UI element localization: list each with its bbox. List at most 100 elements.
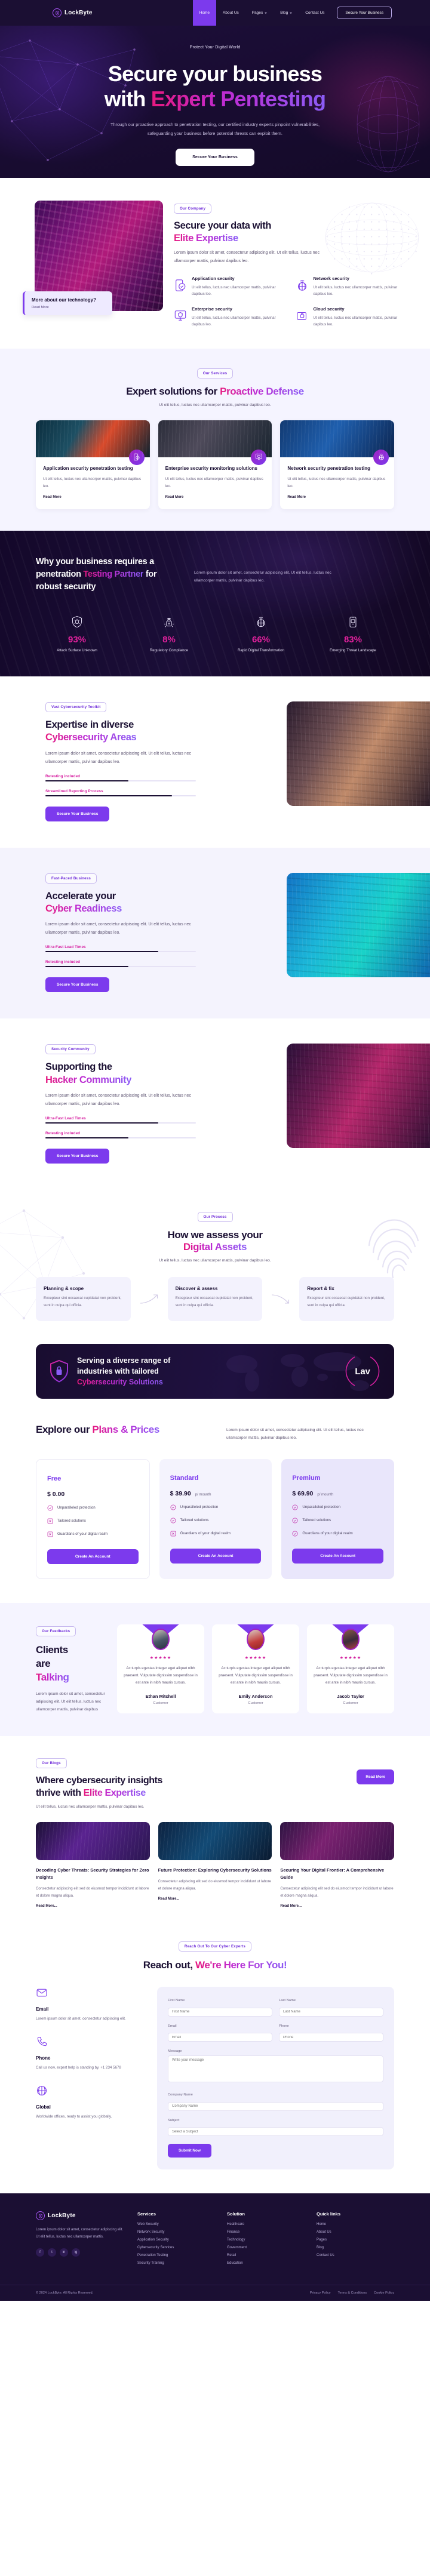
nav-item-pages[interactable]: Pages [245,0,274,26]
feature-text: Ut elit tellus, luctus nec ullamcorper m… [192,315,276,327]
footer-link[interactable]: Retail [227,2254,305,2257]
process-step-title: Discover & assess [175,1286,218,1292]
nav-item-about[interactable]: About Us [216,0,245,26]
subject-select[interactable] [168,2127,383,2137]
blog-card[interactable]: Future Protection: Exploring Cybersecuri… [158,1822,272,1910]
feature-item: Application security Ut elit tellus, luct… [174,275,285,297]
cta-banner: Serving a diverse range of industries wi… [36,1344,394,1399]
expertise-image [287,701,430,806]
pricing-grid: Free $ 0.00 Unparalleled protection Tail… [36,1458,395,1579]
community-cta-button[interactable]: Secure Your Business [45,1149,110,1164]
about-card-link[interactable]: Read More [32,306,105,309]
blog-post-link[interactable]: Read More... [36,1904,57,1908]
twitter-icon[interactable]: t [48,2248,56,2257]
footer-link[interactable]: Healthcare [227,2223,305,2226]
progress-label: Retesting included [45,960,81,965]
plan-cta-button[interactable]: Create An Account [292,1548,384,1564]
service-card[interactable]: Application security penetration testing… [36,420,150,509]
plan-feature: Tailored solutions [170,1518,262,1524]
last-name-input[interactable] [279,2007,383,2017]
footer-link[interactable]: Security Training [137,2261,215,2265]
footer-link[interactable]: Application Security [137,2238,215,2242]
readiness-cta-button[interactable]: Secure Your Business [45,977,110,993]
blog-card[interactable]: Securing Your Digital Frontier: A Compre… [280,1822,395,1910]
about-card-title: More about our technology? [32,297,96,303]
nav-cta-button[interactable]: Secure Your Business [337,7,392,19]
arrow-up-right-icon [131,1292,168,1306]
service-read-more-link[interactable]: Read More [165,495,184,499]
nav-item-blog[interactable]: Blog [274,0,299,26]
feature-text: Ut elit tellus, luctus nec ullamcorper m… [313,285,398,296]
blog-title: Where cybersecurity insights thrive with… [36,1775,162,1800]
testimonial-card: ★★★★★ Ac turpis egestas integer eget ali… [212,1624,299,1714]
footer-logo[interactable]: LockByte [36,2211,125,2221]
service-read-more-link[interactable]: Read More [43,495,62,499]
blog-card[interactable]: Decoding Cyber Threats: Security Strateg… [36,1822,150,1910]
about-image-block: More about our technology? Read More [23,201,163,328]
footer-heading: Quick links [317,2211,341,2217]
first-name-input[interactable] [168,2007,272,2017]
blog-post-text: Consectetur adipiscing elit sed do eiusm… [280,1886,394,1898]
footer-link[interactable]: Web Security [137,2223,215,2226]
footer-link[interactable]: Government [227,2246,305,2249]
footer-link[interactable]: Network Security [137,2230,215,2234]
field-label: Phone [279,2024,289,2028]
contact-info-text: Call us now, expert help is standing by.… [36,2065,121,2070]
contact-pill: Reach Out To Our Cyber Experts [178,1941,252,1952]
privacy-policy-link[interactable]: Privacy Policy [310,2291,331,2295]
email-input[interactable] [168,2033,272,2042]
testimonial-role: Customer [153,1701,168,1705]
cookie-policy-link[interactable]: Cookie Policy [374,2291,394,2295]
footer-link[interactable]: About Us [317,2230,394,2234]
linkedin-icon[interactable]: in [60,2248,68,2257]
blog-post-link[interactable]: Read More... [280,1904,302,1908]
service-card[interactable]: Enterprise security monitoring solutions… [158,420,272,509]
footer-link[interactable]: Technology [227,2238,305,2242]
cta-banner-title: Serving a diverse range of industries wi… [77,1355,170,1387]
footer-link[interactable]: Penetration Testing [137,2254,215,2257]
mail-icon [36,1989,48,2001]
testimonial-card: ★★★★★ Ac turpis egestas integer eget ali… [117,1624,204,1714]
service-card[interactable]: Network security penetration testing Ut … [280,420,395,509]
terms-link[interactable]: Terms & Conditions [338,2291,367,2295]
progress-bar-item: Retesting included [45,774,225,781]
about-floating-card[interactable]: More about our technology? Read More [23,291,112,315]
footer-link[interactable]: Finance [227,2230,305,2234]
process-subtitle: Ut elit tellus, luctus nec ullamcorper m… [159,1258,271,1263]
testimonials-title-highlight: Talking [36,1671,69,1683]
footer-link[interactable]: Blog [317,2246,394,2249]
progress-fill [45,1122,158,1124]
plan-cta-button[interactable]: Create An Account [170,1548,262,1564]
instagram-icon[interactable]: ig [72,2248,80,2257]
submit-button[interactable]: Submit Now [168,2144,211,2158]
form-field-phone: Phone [279,2024,383,2042]
cta-line1: Serving a diverse range of [77,1356,171,1365]
blog-grid: Decoding Cyber Threats: Security Strateg… [36,1822,395,1910]
process-title: How we assess your Digital Assets [36,1229,394,1253]
testimonial-name: Emily Anderson [238,1693,273,1699]
hero-cta-button[interactable]: Secure Your Business [176,148,254,166]
footer-link[interactable]: Contact Us [317,2254,394,2257]
plan-feature: Guardians of your digital realm [170,1531,262,1537]
service-read-more-link[interactable]: Read More [287,495,306,499]
testimonials-title-l2: are [36,1657,51,1669]
shield-lock-icon [50,1360,68,1383]
plan-cta-button[interactable]: Create An Account [47,1549,139,1564]
facebook-icon[interactable]: f [36,2248,44,2257]
site-logo[interactable]: LockByte [53,8,93,17]
footer-link[interactable]: Home [317,2223,394,2226]
plan-feature: Unparalleled protection [292,1504,383,1510]
blog-post-link[interactable]: Read More... [158,1897,180,1901]
footer-link[interactable]: Cybersecurity Services [137,2246,215,2249]
footer-link[interactable]: Pages [317,2238,394,2242]
feature-item: Network security Ut elit tellus, luctus n… [296,275,407,297]
expertise-cta-button[interactable]: Secure Your Business [45,806,110,821]
company-input[interactable] [168,2101,383,2111]
phone-input[interactable] [279,2033,383,2042]
blog-read-more-button[interactable]: Read More [357,1769,394,1785]
footer-link[interactable]: Education [227,2261,305,2265]
nav-item-contact[interactable]: Contact Us [299,0,331,26]
nav-item-home[interactable]: Home [192,0,217,26]
testimonial-quote: Ac turpis egestas integer eget aliquet n… [219,1666,293,1685]
message-textarea[interactable] [168,2055,383,2083]
